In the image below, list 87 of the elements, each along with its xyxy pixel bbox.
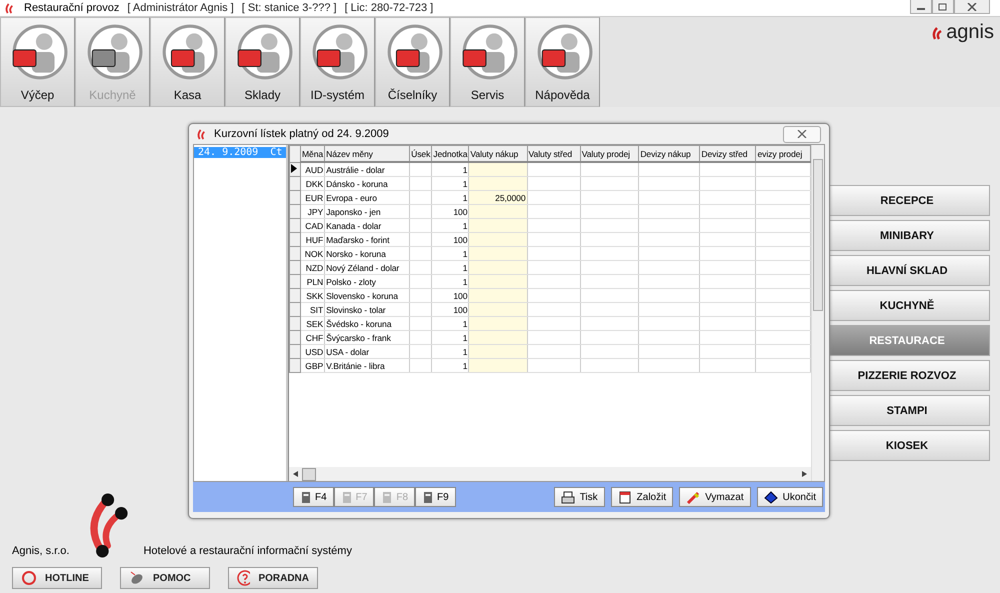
table-cell: Norsko - koruna bbox=[324, 246, 410, 260]
table-cell: 25,0000 bbox=[495, 192, 526, 202]
function-key-button[interactable]: F9 bbox=[415, 487, 456, 507]
dialog-action-button[interactable]: Ukončit bbox=[756, 487, 823, 507]
diamond-icon bbox=[764, 490, 778, 504]
dialog-action-button[interactable]: Tisk bbox=[554, 487, 605, 507]
table-cell: CAD bbox=[300, 218, 325, 232]
table-cell: Evropa - euro bbox=[324, 190, 410, 204]
table-cell: Kanada - dolar bbox=[324, 218, 410, 232]
table-cell: Švédsko - koruna bbox=[324, 316, 410, 330]
app-logo-icon bbox=[195, 128, 208, 140]
dialog-action-button[interactable]: Založit bbox=[610, 487, 674, 507]
scroll-thumb[interactable] bbox=[813, 159, 823, 311]
table-cell: NZD bbox=[300, 260, 325, 274]
column-header[interactable]: Valuty prodej bbox=[580, 146, 639, 162]
company-name: Agnis, s.r.o. bbox=[12, 545, 70, 557]
question-icon bbox=[237, 570, 250, 586]
table-cell: SEK bbox=[300, 316, 325, 330]
column-header[interactable]: Valuty střed bbox=[527, 146, 580, 162]
table-cell: CHF bbox=[300, 330, 325, 344]
table-cell: NOK bbox=[300, 246, 325, 260]
column-header[interactable]: Valuty nákup bbox=[468, 146, 528, 162]
scroll-left-icon[interactable] bbox=[293, 471, 298, 477]
toolbar-tile[interactable]: Nápověda bbox=[525, 17, 600, 107]
document-icon bbox=[618, 490, 632, 504]
window-title: Restaurační provoz bbox=[24, 2, 120, 14]
table-cell: DKK bbox=[300, 176, 325, 190]
table-cell: USA - dolar bbox=[324, 344, 410, 358]
app-logo-icon bbox=[3, 2, 16, 14]
close-icon bbox=[797, 130, 807, 138]
function-key-button[interactable]: F4 bbox=[293, 487, 334, 507]
close-button[interactable] bbox=[954, 0, 990, 14]
table-cell: Japonsko - jen bbox=[324, 204, 410, 218]
column-header[interactable]: Jednotka bbox=[432, 146, 469, 162]
window-title: [ St: stanice 3-??? ] bbox=[242, 2, 337, 14]
window-title: [ Lic: 280-72-723 ] bbox=[344, 2, 434, 14]
column-header[interactable]: Úsek bbox=[410, 146, 432, 162]
table-cell: SIT bbox=[300, 302, 325, 316]
satellite-dish-icon bbox=[129, 570, 145, 586]
table-cell: Maďarsko - forint bbox=[324, 232, 410, 246]
column-header[interactable]: Název měny bbox=[324, 146, 410, 162]
dialog-action-button[interactable]: Vymazat bbox=[679, 487, 751, 507]
close-button[interactable] bbox=[783, 126, 821, 142]
table-cell: Švýcarsko - frank bbox=[324, 330, 410, 344]
window-title: [ Administrátor Agnis ] bbox=[127, 2, 234, 14]
table-cell: Slovensko - koruna bbox=[324, 288, 410, 302]
scroll-thumb[interactable] bbox=[302, 468, 316, 480]
footer-button[interactable]: PORADNA bbox=[228, 567, 318, 589]
table-cell: V.Británie - libra bbox=[324, 358, 410, 372]
close-icon bbox=[967, 2, 977, 10]
printer-icon bbox=[560, 490, 575, 504]
table-cell: EUR bbox=[300, 190, 325, 204]
table-cell: HUF bbox=[300, 232, 325, 246]
table-cell: USD bbox=[300, 344, 325, 358]
toolbar-tile[interactable]: Výčep bbox=[0, 17, 75, 107]
table-cell: Slovinsko - tolar bbox=[324, 302, 410, 316]
footer-button[interactable]: POMOC bbox=[120, 567, 210, 589]
table-cell: GBP bbox=[300, 358, 325, 372]
table-cell: Dánsko - koruna bbox=[324, 176, 410, 190]
eraser-pen-icon bbox=[686, 490, 700, 504]
toolbar-tile[interactable]: Kasa bbox=[150, 17, 225, 107]
restore-icon bbox=[938, 2, 948, 10]
scroll-right-icon[interactable] bbox=[802, 471, 807, 477]
table-cell: Austrálie - dolar bbox=[324, 162, 410, 176]
column-header[interactable]: evizy prodej bbox=[756, 146, 810, 162]
horizontal-scrollbar[interactable] bbox=[289, 467, 811, 481]
toolbar-tile[interactable]: Sklady bbox=[225, 17, 300, 107]
table-cell: AUD bbox=[300, 162, 325, 176]
dialog-title: Kurzovní lístek platný od 24. 9.2009 bbox=[214, 128, 389, 140]
brand-logo: agnis bbox=[931, 21, 994, 44]
table-cell: JPY bbox=[300, 204, 325, 218]
tagline: Hotelové a restaurační informační systémy bbox=[143, 545, 352, 557]
minimize-button[interactable] bbox=[910, 0, 932, 14]
table-cell: Polsko - zloty bbox=[324, 274, 410, 288]
maximize-button[interactable] bbox=[932, 0, 954, 14]
column-header[interactable]: Devizy nákup bbox=[638, 146, 700, 162]
table-cell: PLN bbox=[300, 274, 325, 288]
toolbar-tile[interactable]: ID-systém bbox=[300, 17, 375, 107]
column-header[interactable]: Devizy střed bbox=[700, 146, 756, 162]
table-cell: SKK bbox=[300, 288, 325, 302]
toolbar-tile[interactable]: Servis bbox=[450, 17, 525, 107]
current-row-icon bbox=[291, 164, 297, 173]
footer-button[interactable]: HOTLINE bbox=[12, 567, 102, 589]
table-cell: Nový Zéland - dolar bbox=[324, 260, 410, 274]
vertical-scrollbar[interactable] bbox=[811, 145, 824, 481]
column-header[interactable]: Měna bbox=[300, 146, 325, 162]
toolbar-tile[interactable]: Číselníky bbox=[375, 17, 450, 107]
